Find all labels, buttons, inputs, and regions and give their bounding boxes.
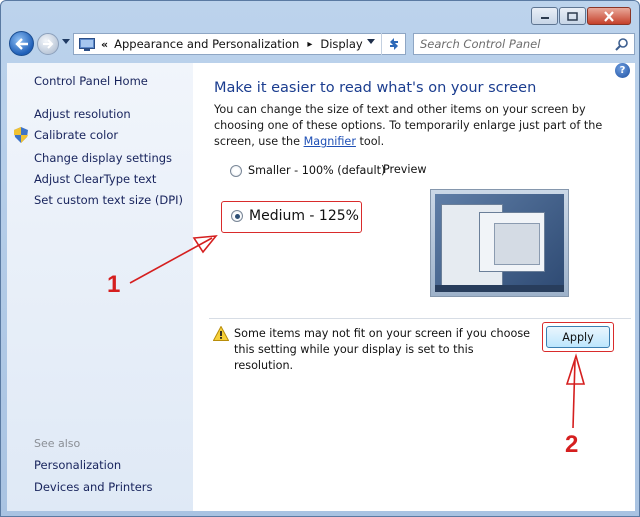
warning-icon bbox=[213, 326, 229, 341]
option-smaller-label: Smaller - 100% (default) bbox=[248, 164, 386, 177]
preview-image bbox=[430, 189, 569, 297]
maximize-icon bbox=[567, 11, 578, 21]
personalization-link[interactable]: Personalization bbox=[34, 458, 121, 472]
caption-buttons bbox=[531, 7, 631, 25]
history-dropdown-icon[interactable] bbox=[62, 39, 70, 45]
adjust-resolution-link[interactable]: Adjust resolution bbox=[34, 107, 131, 121]
option-medium[interactable]: Medium - 125% bbox=[231, 208, 359, 224]
maximize-button[interactable] bbox=[559, 7, 586, 25]
devices-and-printers-link[interactable]: Devices and Printers bbox=[34, 480, 153, 494]
minimize-button[interactable] bbox=[531, 7, 558, 25]
address-bar[interactable]: « Appearance and Personalization ▸ Displ… bbox=[73, 33, 406, 55]
see-also-heading: See also bbox=[34, 437, 81, 450]
magnifier-link[interactable]: Magnifier bbox=[304, 135, 356, 148]
refresh-button[interactable] bbox=[381, 33, 405, 55]
back-button[interactable] bbox=[9, 31, 34, 56]
breadcrumb-separator[interactable]: ▸ bbox=[307, 39, 312, 50]
option-smaller-radio[interactable] bbox=[230, 164, 242, 177]
description-text-2: tool. bbox=[355, 135, 385, 148]
page-title: Make it easier to read what's on your sc… bbox=[214, 80, 537, 96]
close-button[interactable] bbox=[587, 7, 631, 25]
page-description: You can change the size of text and othe… bbox=[214, 102, 626, 150]
preview-window-front bbox=[479, 212, 545, 272]
adjust-cleartype-link[interactable]: Adjust ClearType text bbox=[34, 172, 156, 186]
address-overflow-chevron[interactable]: « bbox=[101, 38, 108, 51]
breadcrumb-appearance[interactable]: Appearance and Personalization bbox=[114, 37, 299, 51]
custom-text-size-link[interactable]: Set custom text size (DPI) bbox=[34, 193, 183, 207]
minimize-icon bbox=[540, 17, 549, 19]
calibrate-color-link[interactable]: Calibrate color bbox=[34, 128, 118, 142]
preview-taskbar bbox=[435, 285, 564, 292]
breadcrumb-display[interactable]: Display bbox=[320, 37, 362, 51]
preview-label: Preview bbox=[383, 163, 427, 176]
separator bbox=[209, 318, 631, 319]
option-medium-label: Medium - 125% bbox=[249, 208, 359, 224]
control-panel-icon bbox=[79, 37, 95, 51]
apply-button[interactable]: Apply bbox=[546, 326, 610, 348]
search-input[interactable]: Search Control Panel bbox=[413, 33, 635, 55]
change-display-settings-link[interactable]: Change display settings bbox=[34, 151, 172, 165]
preview-screen bbox=[435, 194, 564, 292]
option-smaller[interactable]: Smaller - 100% (default) bbox=[230, 164, 385, 177]
description-text-1: You can change the size of text and othe… bbox=[214, 103, 603, 148]
help-icon[interactable]: ? bbox=[615, 63, 630, 78]
control-panel-home-link[interactable]: Control Panel Home bbox=[34, 74, 148, 88]
search-icon[interactable] bbox=[615, 37, 629, 51]
control-panel-window: « Appearance and Personalization ▸ Displ… bbox=[0, 0, 640, 517]
back-arrow-icon bbox=[14, 37, 28, 50]
forward-arrow-icon bbox=[43, 39, 54, 49]
resolution-warning: Some items may not fit on your screen if… bbox=[234, 327, 531, 372]
search-placeholder: Search Control Panel bbox=[420, 37, 541, 51]
forward-button[interactable] bbox=[37, 33, 59, 55]
option-medium-radio[interactable] bbox=[231, 210, 243, 222]
refresh-icon bbox=[389, 38, 398, 50]
navigation-bar: « Appearance and Personalization ▸ Displ… bbox=[7, 31, 635, 57]
left-navigation-pane: Control Panel Home Adjust resolution Cal… bbox=[7, 63, 193, 511]
address-dropdown-icon[interactable] bbox=[367, 39, 375, 45]
close-icon bbox=[604, 10, 614, 22]
uac-shield-icon bbox=[14, 127, 28, 143]
annotation-number-2: 2 bbox=[565, 431, 579, 458]
annotation-number-1: 1 bbox=[107, 271, 121, 298]
